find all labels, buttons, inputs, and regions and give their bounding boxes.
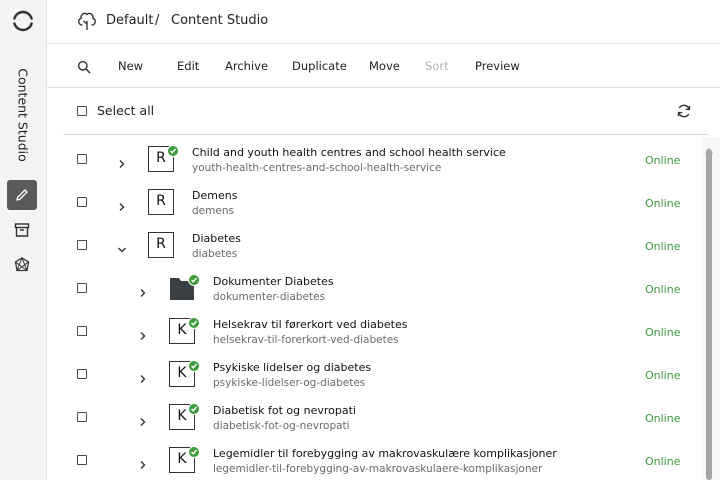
chevron-right-icon[interactable] bbox=[117, 197, 127, 211]
breadcrumb-separator: / bbox=[155, 13, 160, 28]
content-type-icon: R bbox=[148, 232, 174, 258]
published-check-icon bbox=[167, 145, 179, 157]
preview-button[interactable]: Preview bbox=[475, 59, 520, 73]
breadcrumb-project[interactable]: Default bbox=[106, 13, 154, 28]
item-name[interactable]: Demens bbox=[192, 189, 237, 202]
select-all-checkbox[interactable] bbox=[77, 106, 87, 116]
side-rail: Content Studio bbox=[0, 0, 47, 480]
content-tree-list: R Child and youth health centres and scho… bbox=[47, 137, 703, 480]
list-item[interactable]: Dokumenter Diabetes dokumenter-diabetes On… bbox=[47, 266, 703, 309]
chevron-right-icon[interactable] bbox=[117, 154, 127, 168]
rail-edit-button[interactable] bbox=[7, 180, 37, 210]
chevron-down-icon[interactable] bbox=[117, 240, 127, 253]
list-item[interactable]: R Diabetes diabetes Online bbox=[47, 223, 703, 266]
breadcrumb-app: Content Studio bbox=[171, 13, 269, 28]
row-checkbox[interactable] bbox=[77, 283, 87, 293]
refresh-icon[interactable] bbox=[676, 103, 692, 119]
row-checkbox[interactable] bbox=[77, 412, 87, 422]
list-item[interactable]: R Demens demens Online bbox=[47, 180, 703, 223]
item-path: diabetes bbox=[192, 248, 238, 260]
status-badge: Online bbox=[645, 154, 681, 167]
chevron-right-icon[interactable] bbox=[138, 283, 148, 297]
item-path: psykiske-lidelser-og-diabetes bbox=[213, 377, 366, 389]
duplicate-button[interactable]: Duplicate bbox=[292, 59, 347, 73]
row-checkbox[interactable] bbox=[77, 326, 87, 336]
published-check-icon bbox=[188, 274, 200, 286]
divider bbox=[63, 134, 708, 135]
selection-bar: Select all bbox=[47, 88, 720, 135]
tree-icon bbox=[76, 10, 98, 32]
edit-button[interactable]: Edit bbox=[177, 59, 199, 73]
status-badge: Online bbox=[645, 455, 681, 468]
status-badge: Online bbox=[645, 369, 681, 382]
item-name[interactable]: Legemidler til forebygging av makrovasku… bbox=[213, 447, 557, 460]
app-name-vertical: Content Studio bbox=[15, 68, 31, 162]
scrollbar-thumb[interactable] bbox=[706, 149, 712, 480]
new-button[interactable]: New bbox=[118, 59, 143, 73]
row-checkbox[interactable] bbox=[77, 154, 87, 164]
archive-button[interactable]: Archive bbox=[225, 59, 268, 73]
item-path: youth-health-centres-and-school-health-s… bbox=[192, 162, 442, 174]
published-check-icon bbox=[188, 360, 200, 372]
item-name[interactable]: Diabetisk fot og nevropati bbox=[213, 404, 356, 417]
status-badge: Online bbox=[645, 240, 681, 253]
published-check-icon bbox=[188, 446, 200, 458]
status-badge: Online bbox=[645, 412, 681, 425]
list-item[interactable]: R Child and youth health centres and scho… bbox=[47, 137, 703, 180]
status-badge: Online bbox=[645, 326, 681, 339]
list-item[interactable]: K Helsekrav til førerkort ved diabetes hel… bbox=[47, 309, 703, 352]
chevron-right-icon[interactable] bbox=[138, 455, 148, 469]
status-badge: Online bbox=[645, 197, 681, 210]
rail-graph-button[interactable] bbox=[7, 250, 37, 280]
list-item[interactable]: K Psykiske lidelser og diabetes psykiske-l… bbox=[47, 352, 703, 395]
chevron-right-icon[interactable] bbox=[138, 369, 148, 383]
status-badge: Online bbox=[645, 283, 681, 296]
published-check-icon bbox=[188, 403, 200, 415]
chevron-right-icon[interactable] bbox=[138, 326, 148, 340]
scroll-up-arrow-icon[interactable] bbox=[705, 139, 713, 154]
item-path: dokumenter-diabetes bbox=[213, 291, 326, 303]
item-name[interactable]: Dokumenter Diabetes bbox=[213, 275, 334, 288]
move-button[interactable]: Move bbox=[369, 59, 400, 73]
row-checkbox[interactable] bbox=[77, 240, 87, 250]
row-checkbox[interactable] bbox=[77, 455, 87, 465]
archive-box-icon bbox=[14, 223, 30, 237]
item-path: helsekrav-til-forerkort-ved-diabetes bbox=[213, 334, 399, 346]
sort-button[interactable]: Sort bbox=[425, 59, 449, 73]
item-path: demens bbox=[192, 205, 234, 217]
item-path: legemidler-til-forebygging-av-makrovasku… bbox=[213, 463, 543, 475]
item-name[interactable]: Child and youth health centres and schoo… bbox=[192, 146, 506, 159]
content-type-icon: R bbox=[148, 189, 174, 215]
item-name[interactable]: Psykiske lidelser og diabetes bbox=[213, 361, 371, 374]
rail-archive-button[interactable] bbox=[7, 215, 37, 245]
item-path: diabetisk-fot-og-nevropati bbox=[213, 420, 350, 432]
row-checkbox[interactable] bbox=[77, 369, 87, 379]
list-item[interactable]: K Legemidler til forebygging av makrovask… bbox=[47, 438, 703, 480]
pencil-icon bbox=[16, 189, 28, 201]
toolbar: New Edit Archive Duplicate Move Sort Pre… bbox=[47, 44, 720, 88]
app-header: Default / Content Studio bbox=[47, 0, 720, 44]
list-item[interactable]: K Diabetisk fot og nevropati diabetisk-fot… bbox=[47, 395, 703, 438]
published-check-icon bbox=[188, 317, 200, 329]
item-name[interactable]: Diabetes bbox=[192, 232, 241, 245]
item-name[interactable]: Helsekrav til førerkort ved diabetes bbox=[213, 318, 407, 331]
app-logo-icon[interactable] bbox=[11, 9, 35, 33]
chevron-right-icon[interactable] bbox=[138, 412, 148, 426]
row-checkbox[interactable] bbox=[77, 197, 87, 207]
select-all-label[interactable]: Select all bbox=[97, 103, 154, 118]
graph-network-icon bbox=[14, 257, 30, 272]
search-icon[interactable] bbox=[77, 59, 91, 74]
